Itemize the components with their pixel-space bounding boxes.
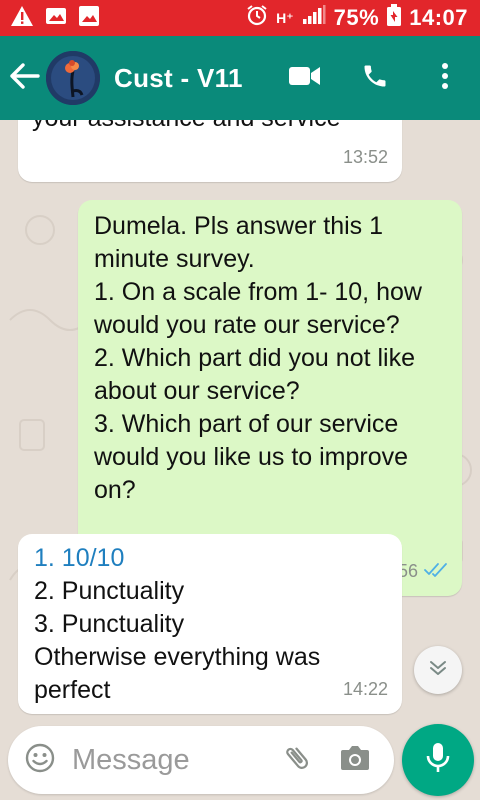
signal-icon (302, 5, 326, 31)
battery-charging-icon (387, 4, 402, 32)
contact-name[interactable]: Cust - V11 (114, 63, 243, 94)
message-bubble-incoming[interactable]: your assistance and service 13:52 (18, 120, 402, 182)
warning-icon (10, 5, 34, 32)
more-options-button[interactable] (410, 48, 480, 108)
chevron-down-icon (429, 659, 447, 682)
message-link-text: 1. 10/10 (34, 544, 125, 572)
chat-header: Cust - V11 (0, 36, 480, 120)
message-field-container (8, 726, 394, 794)
double-check-icon (424, 555, 448, 588)
composer (0, 720, 480, 800)
image-icon (44, 5, 68, 32)
message-meta: 14:22 (343, 673, 388, 706)
more-vertical-icon (441, 62, 449, 94)
message-text: Dumela. Pls answer this 1 minute survey.… (94, 212, 422, 504)
message-time: 14:22 (342, 679, 388, 699)
status-bar: H⁺ 75% 14:07 (0, 0, 480, 36)
video-call-button[interactable] (270, 48, 340, 108)
header-actions (270, 48, 480, 108)
network-type: H⁺ (276, 9, 294, 26)
mic-icon (425, 741, 451, 780)
phone-icon (361, 62, 389, 95)
voice-message-button[interactable] (402, 724, 474, 796)
camera-icon (339, 744, 371, 777)
alarm-icon (246, 4, 268, 32)
clock: 14:07 (409, 5, 468, 30)
message-input[interactable] (72, 743, 268, 777)
message-time: 13:52 (342, 147, 388, 167)
message-text: 1. 10/10 2. Punctuality 3. Punctuality O… (34, 542, 386, 707)
gallery-icon (78, 5, 100, 32)
status-left-icons (0, 5, 100, 32)
status-right: H⁺ 75% 14:07 (246, 4, 480, 32)
attach-icon (282, 743, 312, 778)
message-meta: 13:52 (343, 141, 388, 174)
message-text: your assistance and service (32, 120, 340, 135)
camera-button[interactable] (326, 744, 384, 777)
scroll-to-bottom-button[interactable] (414, 646, 462, 694)
video-call-icon (289, 65, 321, 92)
back-button[interactable] (4, 62, 46, 94)
emoji-button[interactable] (8, 743, 72, 778)
battery-percent: 75% (333, 5, 380, 30)
avatar[interactable] (46, 51, 100, 105)
chat-area[interactable]: your assistance and service 13:52 Dumela… (0, 120, 480, 720)
emoji-icon (25, 743, 55, 778)
message-bubble-incoming[interactable]: 1. 10/10 2. Punctuality 3. Punctuality O… (18, 534, 402, 714)
back-arrow-icon (10, 62, 40, 94)
voice-call-button[interactable] (340, 48, 410, 108)
attach-button[interactable] (268, 743, 326, 778)
